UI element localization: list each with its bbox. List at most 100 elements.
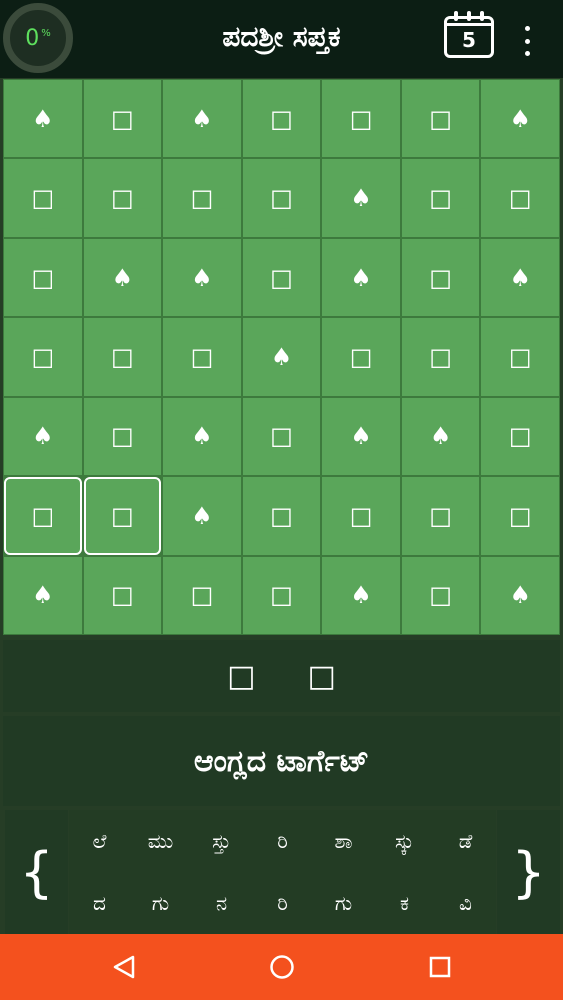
board-cell[interactable]: □ [401,318,480,396]
board-cell[interactable]: □ [83,318,162,396]
more-vert-icon[interactable] [515,26,539,56]
board-cell[interactable]: □ [401,80,480,158]
cell-glyph: □ [429,342,452,371]
board-cell[interactable]: ♠ [322,238,400,317]
top-bar: 0 % ಪದಶ್ರೀ ಸಪ್ತಕ 5 [0,0,563,78]
board-cell[interactable]: □ [242,556,321,634]
board-cell[interactable]: □ [401,159,480,237]
board-cell[interactable]: ♠ [481,556,559,634]
board-cell[interactable]: □ [481,397,559,476]
back-triangle-icon[interactable] [94,934,154,1000]
board-cell[interactable]: □ [83,80,162,158]
board-cell[interactable]: ♠ [163,397,241,476]
board-cell[interactable]: □ [242,397,321,476]
board-cell[interactable]: □ [163,318,241,396]
board-cell[interactable]: □ [242,159,321,237]
letter-key[interactable]: ಸ್ಕು [374,810,435,872]
board-cell[interactable]: □ [322,318,400,396]
right-brace-button[interactable]: } [497,810,560,934]
cell-glyph: □ [111,501,134,530]
board-cell[interactable]: □ [481,159,559,237]
cell-glyph: □ [270,501,293,530]
board-cell[interactable]: ♠ [4,397,82,476]
left-brace-button[interactable]: { [5,810,68,934]
board-cell[interactable]: □ [401,238,480,317]
cell-glyph: □ [31,263,55,292]
answer-slot[interactable]: □ [308,659,336,694]
board-cell[interactable]: □ [242,238,321,317]
board-cell[interactable]: □ [83,477,162,555]
board-cell[interactable]: □ [163,159,241,237]
board-cell[interactable]: □ [4,159,82,237]
cell-glyph: □ [111,184,134,213]
board-cell[interactable]: □ [163,556,241,634]
cell-glyph: □ [349,501,373,530]
letter-keyboard: { ಲೆ ಮು ಸ್ತು ರಿ ಶಾ ಸ್ಕು ಡೆ ದ ಗು ನ ರಿ ಗು ಕ ವಿ } [3,810,560,934]
cell-glyph: □ [429,501,452,530]
board-cell[interactable]: ♠ [4,556,82,634]
letter-key[interactable]: ರಿ [252,872,313,934]
board-cell[interactable]: □ [481,318,559,396]
spade-icon: ♠ [350,263,372,292]
letter-key[interactable]: ದ [69,872,130,934]
calendar-icon[interactable]: 5 [444,11,494,58]
spade-icon: ♠ [509,581,531,610]
board-cell[interactable]: □ [4,238,82,317]
board-cell[interactable]: □ [322,477,400,555]
board-cell[interactable]: ♠ [481,238,559,317]
spade-icon: ♠ [350,184,372,213]
cell-glyph: □ [508,184,532,213]
letter-key[interactable]: ಕ [374,872,435,934]
letter-key[interactable]: ಗು [130,872,191,934]
letter-key[interactable]: ರಿ [252,810,313,872]
board-cell[interactable]: □ [4,477,82,555]
spade-icon: ♠ [191,104,213,133]
board-cell[interactable]: ♠ [322,159,400,237]
board-cell[interactable]: ♠ [322,556,400,634]
board-cell[interactable]: □ [322,80,400,158]
board-cell[interactable]: □ [83,397,162,476]
board-cell[interactable]: ♠ [163,80,241,158]
letter-key[interactable]: ಸ್ತು [191,810,252,872]
cell-glyph: □ [429,104,452,133]
board-cell[interactable]: □ [4,318,82,396]
spade-icon: ♠ [32,104,54,133]
board-cell[interactable]: □ [242,80,321,158]
spade-icon: ♠ [270,342,293,371]
cell-glyph: □ [270,104,293,133]
cell-glyph: □ [508,422,532,451]
spade-icon: ♠ [191,422,213,451]
board-cell[interactable]: ♠ [83,238,162,317]
board-cell[interactable]: ♠ [163,477,241,555]
cell-glyph: □ [190,342,214,371]
cell-glyph: □ [190,581,214,610]
letter-keys: ಲೆ ಮು ಸ್ತು ರಿ ಶಾ ಸ್ಕು ಡೆ ದ ಗು ನ ರಿ ಗು ಕ ವಿ [69,810,496,934]
board-cell[interactable]: □ [401,556,480,634]
hint-text: ಆಂಗ್ಲದ ಟಾರ್ಗೆಟ್ [193,743,370,779]
cell-glyph: □ [31,501,55,530]
letter-key[interactable]: ವಿ [435,872,496,934]
board-cell[interactable]: ♠ [242,318,321,396]
answer-slot[interactable]: □ [227,659,255,694]
board-cell[interactable]: □ [481,477,559,555]
home-circle-icon[interactable] [252,934,312,1000]
board-cell[interactable]: □ [401,477,480,555]
board-cell[interactable]: ♠ [401,397,480,476]
board-cell[interactable]: □ [83,556,162,634]
board-cell[interactable]: □ [83,159,162,237]
letter-key[interactable]: ಶಾ [313,810,374,872]
board-cell[interactable]: □ [242,477,321,555]
letter-key[interactable]: ಲೆ [69,810,130,872]
letter-key[interactable]: ಮು [130,810,191,872]
letter-key[interactable]: ಡೆ [435,810,496,872]
board-cell[interactable]: ♠ [481,80,559,158]
spade-icon: ♠ [111,263,134,292]
board-cell[interactable]: ♠ [4,80,82,158]
board-cell[interactable]: ♠ [322,397,400,476]
board-cell[interactable]: ♠ [163,238,241,317]
recents-square-icon[interactable] [410,934,470,1000]
letter-key[interactable]: ಗು [313,872,374,934]
answer-bar: □ □ [3,640,560,712]
letter-key[interactable]: ನ [191,872,252,934]
spade-icon: ♠ [509,263,531,292]
